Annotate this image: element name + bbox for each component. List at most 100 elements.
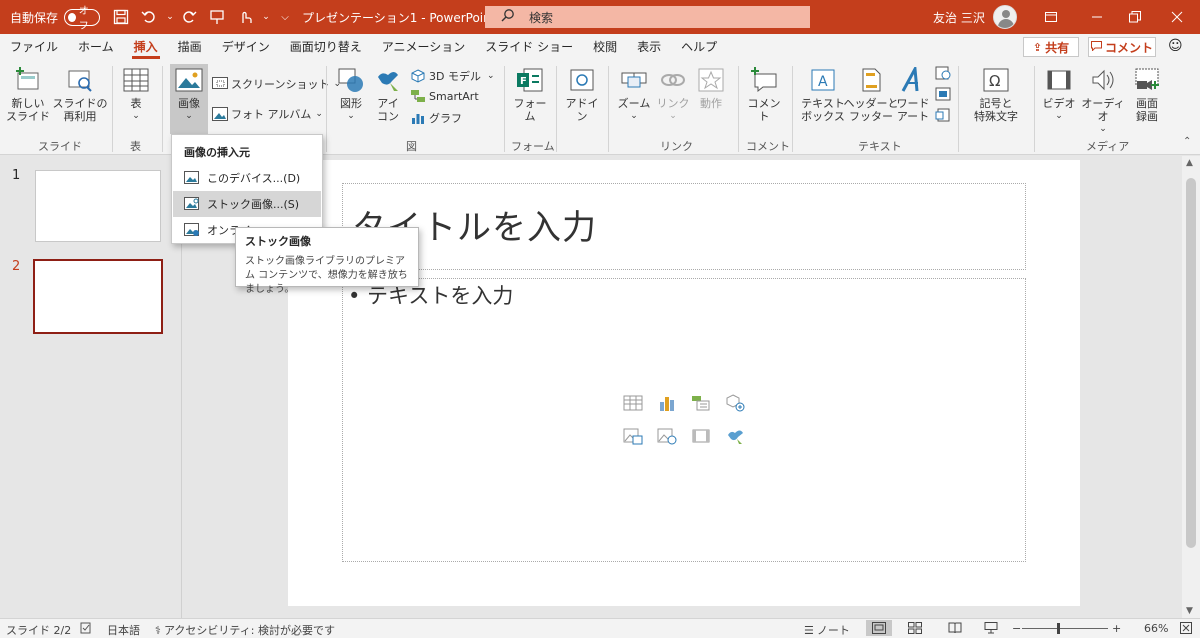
- slideshow-view-button[interactable]: [984, 622, 998, 634]
- new-slide-button[interactable]: 新しい スライド: [6, 66, 50, 123]
- insert-chart-icon[interactable]: [657, 394, 677, 412]
- share-button[interactable]: ⇪ 共有: [1023, 37, 1079, 57]
- autosave-toggle[interactable]: オフ: [64, 6, 101, 32]
- reuse-slides-button[interactable]: スライドの 再利用: [53, 66, 108, 123]
- notes-button[interactable]: ☰ ノート: [804, 622, 850, 638]
- addins-label: アドイ ン: [565, 97, 599, 123]
- avatar[interactable]: [993, 5, 1017, 29]
- search-box[interactable]: 検索: [485, 6, 810, 28]
- restore-icon[interactable]: [1112, 0, 1158, 34]
- reading-view-button[interactable]: [948, 622, 962, 634]
- vertical-scrollbar[interactable]: ▲ ▼: [1182, 156, 1200, 618]
- user-name[interactable]: 友治 三沢: [933, 9, 985, 26]
- table-label: 表: [130, 97, 142, 110]
- tab-transitions[interactable]: 画面切り替え: [280, 34, 372, 60]
- audio-button[interactable]: オーディオ ⌄: [1080, 66, 1126, 136]
- insert-video-icon[interactable]: [691, 427, 711, 445]
- tab-home[interactable]: ホーム: [68, 34, 124, 60]
- normal-view-button[interactable]: [866, 620, 892, 636]
- redo-icon[interactable]: [178, 6, 200, 28]
- icons-button[interactable]: アイ コン: [372, 66, 404, 123]
- insert-table-icon[interactable]: [623, 394, 643, 412]
- scroll-up-icon[interactable]: ▲: [1186, 158, 1193, 168]
- undo-dropdown-icon[interactable]: ⌄: [166, 6, 174, 28]
- new-comment-button[interactable]: コメント: [744, 66, 784, 123]
- undo-icon[interactable]: [138, 6, 160, 28]
- tab-slideshow[interactable]: スライド ショー: [475, 34, 583, 60]
- insert-stock-images-icon[interactable]: [657, 427, 677, 445]
- smartart-button[interactable]: SmartArt: [410, 89, 479, 103]
- slide-sorter-button[interactable]: [908, 622, 922, 634]
- tab-animations[interactable]: アニメーション: [372, 34, 476, 60]
- zoom-button[interactable]: ズーム ⌄: [614, 66, 654, 123]
- screenshot-button[interactable]: スクリーンショット ⌄: [212, 76, 341, 92]
- comments-button[interactable]: コメント: [1088, 37, 1156, 57]
- accessibility-status[interactable]: ⚕ アクセシビリティ: 検討が必要です: [155, 622, 335, 638]
- spellcheck-icon[interactable]: [80, 622, 92, 634]
- slide-sorter-icon: [908, 622, 922, 634]
- insert-picture-icon[interactable]: [623, 427, 643, 445]
- slide-thumbnail-2[interactable]: [33, 259, 163, 334]
- tab-review[interactable]: 校閲: [583, 34, 627, 60]
- date-time-button[interactable]: [935, 66, 954, 80]
- group-label-links: リンク: [660, 140, 693, 153]
- zoom-slider[interactable]: [1022, 628, 1108, 629]
- notes-icon: ☰: [804, 623, 814, 637]
- object-button[interactable]: [935, 108, 954, 122]
- 3d-models-button[interactable]: 3D モデル ⌄: [410, 68, 495, 84]
- scroll-down-icon[interactable]: ▼: [1186, 606, 1193, 616]
- scrollbar-thumb[interactable]: [1186, 178, 1196, 548]
- table-button[interactable]: 表 ⌄: [118, 66, 154, 123]
- video-button[interactable]: ビデオ ⌄: [1040, 66, 1078, 123]
- chart-button[interactable]: グラフ: [410, 110, 462, 126]
- icons-icon: [373, 66, 403, 94]
- header-footer-button[interactable]: ヘッダーと フッター: [844, 66, 899, 123]
- menu-item-this-device[interactable]: このデバイス...(D): [173, 165, 321, 191]
- wordart-button[interactable]: ワード アート: [894, 66, 932, 123]
- customize-qat-icon[interactable]: ⌵: [280, 6, 290, 28]
- group-label-text: テキスト: [858, 140, 902, 153]
- present-from-start-icon[interactable]: [206, 6, 228, 28]
- action-label: 動作: [700, 97, 722, 110]
- photo-album-button[interactable]: フォト アルバム ⌄: [212, 106, 323, 122]
- picture-button[interactable]: 画像 ⌄: [170, 64, 208, 134]
- language-indicator[interactable]: 日本語: [107, 622, 140, 638]
- title-bar: 自動保存 オフ ⌄ ⌄ ⌵ プレゼンテーション1 - PowerPoint 検索…: [0, 0, 1200, 34]
- collapse-ribbon-icon[interactable]: ⌃: [1183, 136, 1191, 147]
- touch-dropdown-icon[interactable]: ⌄: [262, 6, 270, 28]
- insert-icons-icon[interactable]: [725, 427, 745, 445]
- photo-album-dropdown-icon: ⌄: [315, 109, 323, 119]
- tab-insert[interactable]: 挿入: [124, 34, 168, 60]
- addins-button[interactable]: アドイ ン: [562, 66, 602, 123]
- wordart-label: ワード アート: [896, 97, 930, 123]
- tab-view[interactable]: 表示: [627, 34, 671, 60]
- zoom-in-icon[interactable]: +: [1112, 622, 1121, 635]
- menu-item-stock-images[interactable]: ストック画像...(S): [173, 191, 321, 217]
- close-icon[interactable]: [1154, 0, 1200, 34]
- insert-smartart-icon[interactable]: [691, 394, 711, 412]
- zoom-slider-knob[interactable]: [1057, 623, 1060, 634]
- slide-thumbnail-1[interactable]: [35, 170, 161, 242]
- touch-mode-icon[interactable]: [234, 6, 256, 28]
- zoom-out-icon[interactable]: −: [1012, 622, 1021, 635]
- save-icon[interactable]: [110, 6, 132, 28]
- textbox-button[interactable]: A テキスト ボックス: [798, 66, 848, 123]
- insert-3d-model-icon[interactable]: [725, 394, 745, 412]
- content-placeholder[interactable]: [342, 278, 1026, 562]
- tab-help[interactable]: ヘルプ: [671, 34, 727, 60]
- slide-number-button[interactable]: [935, 87, 954, 101]
- shapes-button[interactable]: 図形 ⌄: [334, 66, 368, 123]
- screen-recording-button[interactable]: 画面 録画: [1128, 66, 1166, 123]
- ribbon-display-options-icon[interactable]: [1028, 0, 1074, 34]
- tab-design[interactable]: デザイン: [212, 34, 280, 60]
- symbols-button[interactable]: Ω 記号と 特殊文字: [964, 66, 1028, 123]
- fit-to-window-icon[interactable]: [1180, 622, 1192, 634]
- feedback-smile-icon[interactable]: ☺: [1168, 38, 1183, 54]
- svg-text:A: A: [818, 74, 828, 90]
- tab-draw[interactable]: 描画: [168, 34, 212, 60]
- forms-button[interactable]: F フォー ム: [512, 66, 548, 123]
- tab-file[interactable]: ファイル: [0, 34, 68, 60]
- smartart-label: SmartArt: [429, 89, 479, 103]
- zoom-level[interactable]: 66%: [1144, 622, 1168, 635]
- 3d-models-label: 3D モデル: [429, 70, 481, 83]
